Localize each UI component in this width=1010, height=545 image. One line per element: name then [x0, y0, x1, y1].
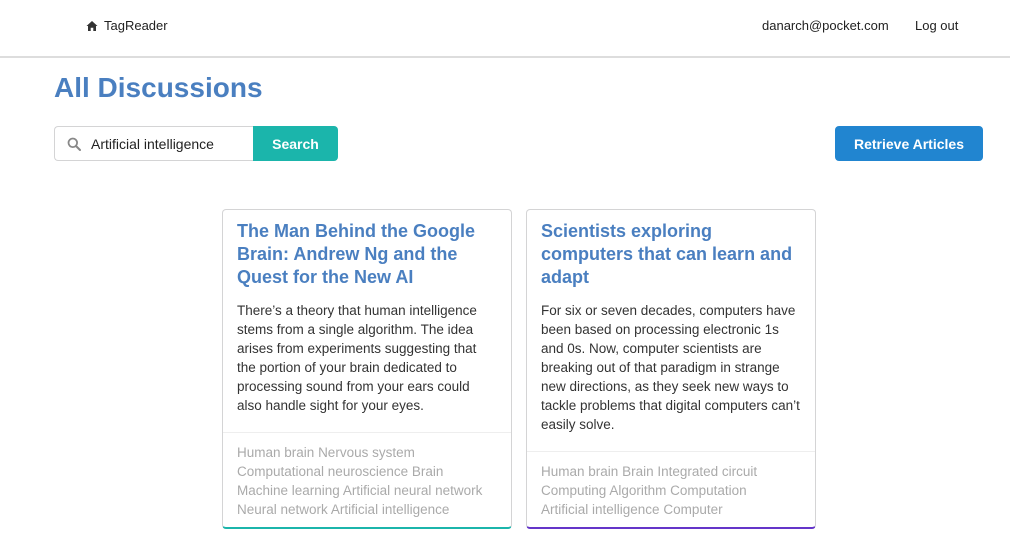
article-tags: Human brain Nervous system Computational…	[223, 432, 511, 527]
brand-link[interactable]: TagReader	[86, 18, 168, 33]
tag: Human brain	[541, 464, 619, 479]
page-title: All Discussions	[54, 72, 263, 103]
logout-link[interactable]: Log out	[915, 18, 958, 33]
article-description: There’s a theory that human intelligence…	[237, 303, 477, 413]
article-title-link[interactable]: The Man Behind the Google Brain: Andrew …	[237, 220, 497, 289]
search-input[interactable]	[91, 135, 241, 152]
tag: Integrated circuit	[657, 464, 758, 479]
tag: Artificial intelligence	[541, 502, 660, 517]
brand-label: TagReader	[104, 18, 168, 33]
tag: Neural network	[237, 502, 328, 517]
article-title-link[interactable]: Scientists exploring computers that can …	[541, 220, 801, 289]
article-card: Scientists exploring computers that can …	[526, 209, 816, 529]
tag: Computing	[541, 483, 607, 498]
tag: Computer	[663, 502, 723, 517]
home-icon	[86, 20, 98, 31]
tag: Computation	[670, 483, 747, 498]
retrieve-articles-button[interactable]: Retrieve Articles	[835, 126, 983, 161]
tag: Computational neuroscience	[237, 464, 409, 479]
tag: Machine learning	[237, 483, 340, 498]
search-field[interactable]	[54, 126, 253, 161]
tag: Nervous system	[318, 445, 415, 460]
search-icon	[67, 137, 81, 151]
tag: Human brain	[237, 445, 315, 460]
tag: Artificial neural network	[342, 483, 483, 498]
search-bar: Search	[54, 126, 338, 161]
search-button[interactable]: Search	[253, 126, 338, 161]
tag: Brain	[411, 464, 444, 479]
article-tags: Human brain Brain Integrated circuit Com…	[527, 451, 815, 527]
top-nav-bar: TagReader danarch@pocket.com Log out	[0, 0, 1010, 58]
article-description: For six or seven decades, computers have…	[541, 303, 800, 432]
user-email: danarch@pocket.com	[762, 18, 889, 33]
tag: Artificial intelligence	[330, 502, 450, 517]
tag: Brain	[622, 464, 654, 479]
article-card: The Man Behind the Google Brain: Andrew …	[222, 209, 512, 529]
tag: Algorithm	[609, 483, 667, 498]
